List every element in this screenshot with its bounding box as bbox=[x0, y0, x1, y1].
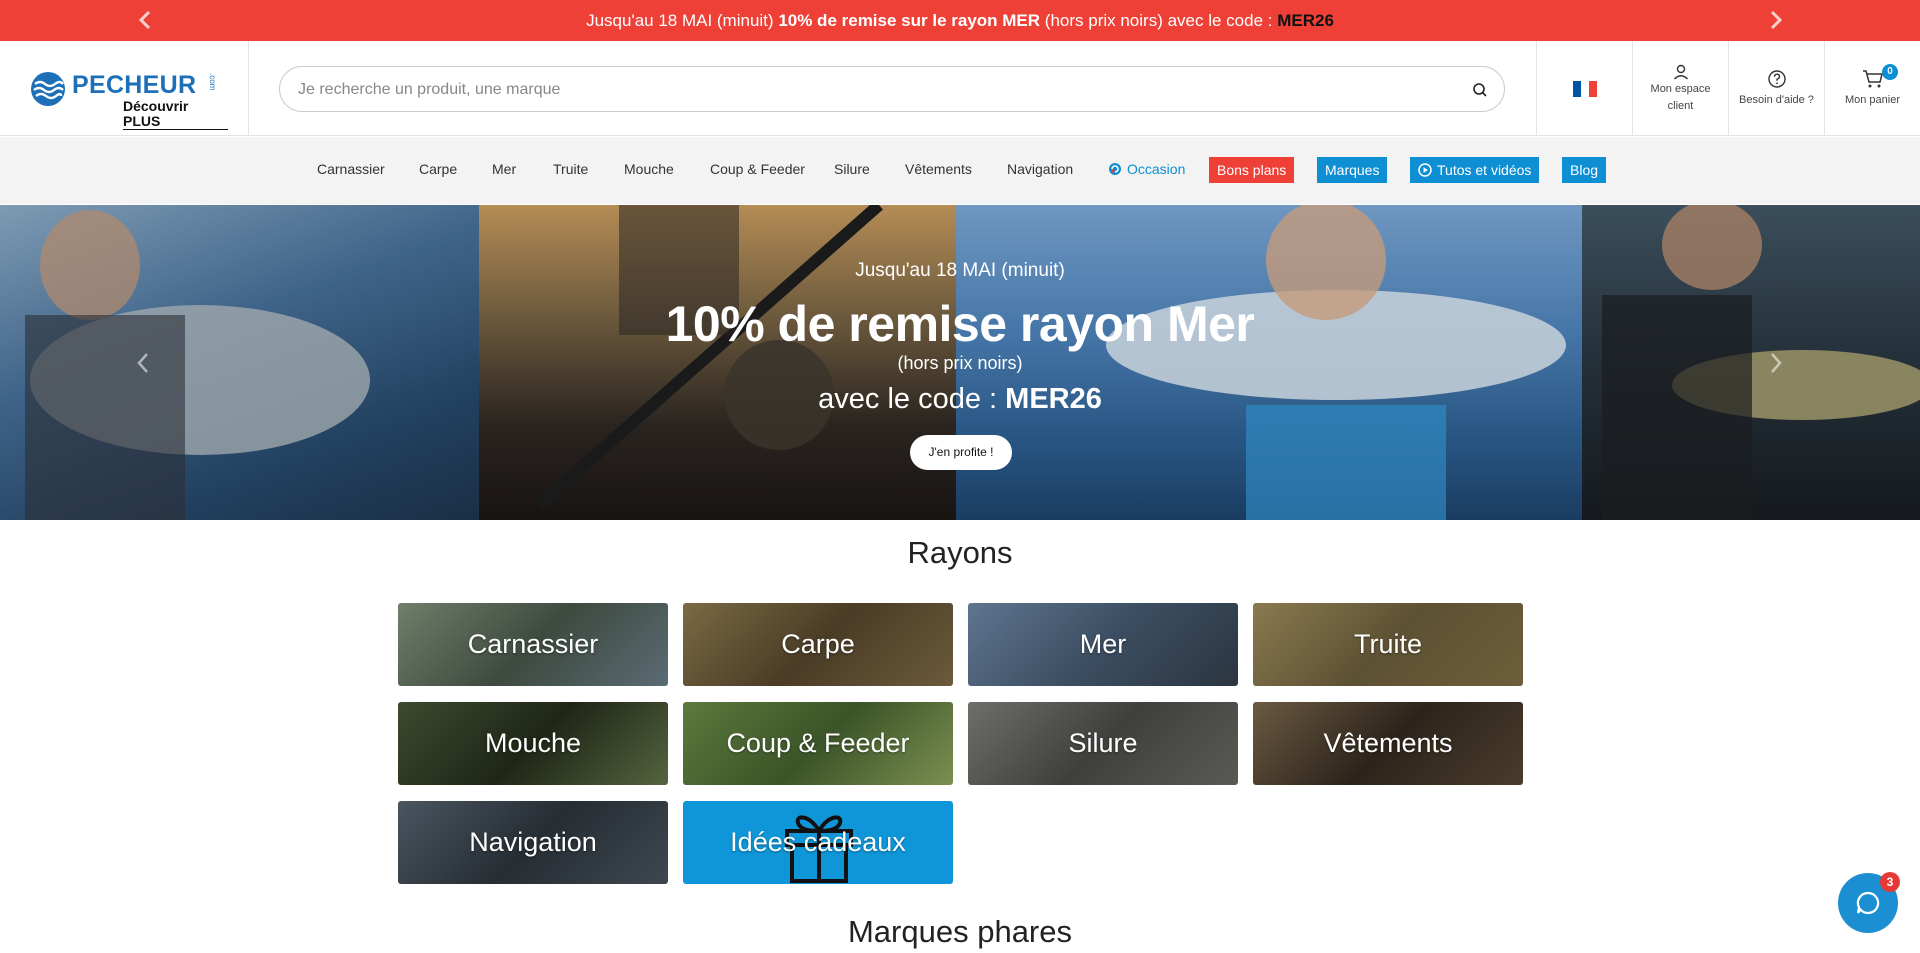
promo-next-arrow-icon[interactable] bbox=[1764, 8, 1788, 32]
pecheur-logo[interactable]: PECHEUR .com Découvrir PLUS bbox=[28, 69, 228, 130]
help-question-icon bbox=[1767, 69, 1786, 88]
search-bar[interactable] bbox=[279, 66, 1505, 112]
account-button[interactable]: Mon espace client bbox=[1633, 41, 1728, 136]
account-label-1: Mon espace bbox=[1650, 82, 1711, 95]
promo-prev-arrow-icon[interactable] bbox=[133, 8, 157, 32]
hero-code: MER26 bbox=[1005, 383, 1102, 415]
hero-prev-arrow-icon[interactable] bbox=[131, 348, 155, 378]
rayon-tile-label: Coup & Feeder bbox=[726, 728, 910, 758]
nav-item-carnassier[interactable]: Carnassier bbox=[317, 161, 385, 177]
hero-cta-button[interactable]: J'en profite ! bbox=[910, 435, 1012, 470]
nav-item-navigation[interactable]: Navigation bbox=[1007, 161, 1073, 177]
cart-count-badge: 0 bbox=[1882, 64, 1898, 80]
rayon-tile-label: Idées cadeaux bbox=[730, 827, 906, 857]
nav-item-truite[interactable]: Truite bbox=[553, 161, 588, 177]
occasion-label: Occasion bbox=[1127, 161, 1186, 177]
play-circle-icon bbox=[1418, 163, 1432, 177]
rayons-title: Rayons bbox=[907, 535, 1013, 570]
rayon-tile-label: Carnassier bbox=[467, 629, 599, 659]
hero-text-block: Jusqu'au 18 MAI (minuit) 10% de remise r… bbox=[0, 205, 1920, 520]
promo-code: MER26 bbox=[1277, 10, 1334, 30]
nav-blog-button[interactable]: Blog bbox=[1562, 157, 1607, 183]
nav-tutos-button[interactable]: Tutos et vidéos bbox=[1410, 157, 1540, 183]
nav-item-carpe[interactable]: Carpe bbox=[419, 161, 457, 177]
rayon-tile-vetements[interactable]: Vêtements bbox=[1253, 702, 1523, 785]
rayon-tile-carnassier[interactable]: Carnassier bbox=[398, 603, 668, 686]
rayon-tile-silure[interactable]: Silure bbox=[968, 702, 1238, 785]
cart-label: Mon panier bbox=[1844, 93, 1901, 106]
cart-button[interactable]: Mon panier 0 bbox=[1825, 41, 1920, 136]
promo-banner[interactable]: Jusqu'au 18 MAI (minuit) 10% de remise s… bbox=[0, 0, 1920, 41]
nav-item-mer[interactable]: Mer bbox=[492, 161, 516, 177]
rayon-tile-mer[interactable]: Mer bbox=[968, 603, 1238, 686]
help-label: Besoin d'aide ? bbox=[1739, 93, 1814, 106]
rayon-tile-label: Truite bbox=[1353, 629, 1422, 659]
site-header: PECHEUR .com Découvrir PLUS Mon espace c… bbox=[0, 41, 1920, 136]
nav-item-silure[interactable]: Silure bbox=[834, 161, 870, 177]
hero-conditions: (hors prix noirs) bbox=[897, 353, 1023, 373]
nav-item-vetements[interactable]: Vêtements bbox=[905, 161, 972, 177]
occasion-recycle-icon bbox=[1109, 163, 1121, 175]
cart-icon bbox=[1862, 69, 1883, 87]
rayon-tile-label: Vêtements bbox=[1323, 728, 1453, 758]
hero-date: Jusqu'au 18 MAI (minuit) bbox=[855, 260, 1065, 281]
rayon-tile-label: Silure bbox=[1068, 728, 1138, 758]
rayon-tile-label: Mer bbox=[1079, 629, 1127, 659]
chat-notification-badge: 3 bbox=[1880, 872, 1900, 892]
marques-phares-title: Marques phares bbox=[847, 914, 1072, 949]
french-flag-icon bbox=[1572, 80, 1597, 97]
nav-item-mouche[interactable]: Mouche bbox=[624, 161, 674, 177]
rayon-tile-label: Navigation bbox=[469, 827, 597, 857]
help-button[interactable]: Besoin d'aide ? bbox=[1729, 41, 1824, 136]
logo-wordmark: PECHEUR bbox=[72, 71, 197, 99]
rayon-tile-mouche[interactable]: Mouche bbox=[398, 702, 668, 785]
hero-headline: 10% de remise rayon Mer bbox=[665, 296, 1255, 352]
rayon-tile-carpe[interactable]: Carpe bbox=[683, 603, 953, 686]
hero-code-line: avec le code : MER26 bbox=[818, 383, 1102, 415]
nav-item-coup-feeder[interactable]: Coup & Feeder bbox=[710, 161, 805, 177]
logo-waves-icon bbox=[31, 72, 65, 106]
hero-carousel[interactable]: Jusqu'au 18 MAI (minuit) 10% de remise r… bbox=[0, 205, 1920, 520]
rayon-tile-idees-cadeaux[interactable]: Idées cadeaux bbox=[683, 801, 953, 884]
chat-bubble-icon bbox=[1856, 891, 1880, 915]
search-input[interactable] bbox=[298, 78, 1448, 102]
nav-bons-plans-button[interactable]: Bons plans bbox=[1209, 157, 1295, 183]
account-label-2: client bbox=[1667, 99, 1694, 112]
hero-next-arrow-icon[interactable] bbox=[1764, 348, 1788, 378]
search-icon[interactable] bbox=[1472, 82, 1488, 98]
language-selector[interactable] bbox=[1537, 41, 1632, 136]
user-icon bbox=[1673, 64, 1688, 80]
tutos-label: Tutos et vidéos bbox=[1437, 162, 1532, 178]
rayon-tile-navigation[interactable]: Navigation bbox=[398, 801, 668, 884]
logo-com: .com bbox=[208, 73, 217, 91]
rayon-tile-coup-feeder[interactable]: Coup & Feeder bbox=[683, 702, 953, 785]
nav-item-occasion[interactable]: Occasion bbox=[1108, 161, 1185, 177]
nav-marques-button[interactable]: Marques bbox=[1317, 157, 1388, 183]
rayon-tile-label: Carpe bbox=[781, 629, 855, 659]
promo-text: Jusqu'au 18 MAI (minuit) 10% de remise s… bbox=[586, 10, 1334, 30]
rayon-tile-truite[interactable]: Truite bbox=[1253, 603, 1523, 686]
logo-tagline[interactable]: Découvrir PLUS bbox=[123, 99, 228, 130]
divider bbox=[248, 41, 249, 136]
rayon-tile-label: Mouche bbox=[484, 728, 582, 758]
main-navigation: Carnassier Carpe Mer Truite Mouche Coup … bbox=[0, 137, 1920, 204]
